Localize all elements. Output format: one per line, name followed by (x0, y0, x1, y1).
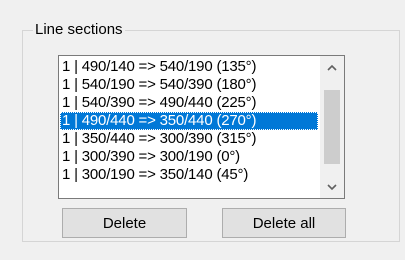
scrollbar-thumb[interactable] (324, 90, 340, 164)
list-item[interactable]: 1 | 490/140 => 540/190 (135°) (60, 58, 318, 76)
delete-all-button[interactable]: Delete all (222, 208, 346, 238)
groupbox-title: Line sections (33, 21, 125, 39)
delete-button[interactable]: Delete (62, 208, 187, 238)
list-item[interactable]: 1 | 350/440 => 300/390 (315°) (60, 130, 318, 148)
list-item[interactable]: 1 | 540/390 => 490/440 (225°) (60, 94, 318, 112)
listbox-items: 1 | 490/140 => 540/190 (135°) 1 | 540/19… (60, 58, 318, 184)
list-item[interactable]: 1 | 300/190 => 350/140 (45°) (60, 166, 318, 184)
line-sections-listbox[interactable]: 1 | 490/140 => 540/190 (135°) 1 | 540/19… (58, 55, 345, 199)
chevron-up-icon[interactable] (320, 56, 344, 78)
list-item[interactable]: 1 | 300/390 => 300/190 (0°) (60, 148, 318, 166)
vertical-scrollbar[interactable] (320, 56, 344, 198)
chevron-down-icon[interactable] (320, 176, 344, 198)
list-item[interactable]: 1 | 540/190 => 540/390 (180°) (60, 76, 318, 94)
list-item[interactable]: 1 | 490/440 => 350/440 (270°) (60, 112, 318, 130)
